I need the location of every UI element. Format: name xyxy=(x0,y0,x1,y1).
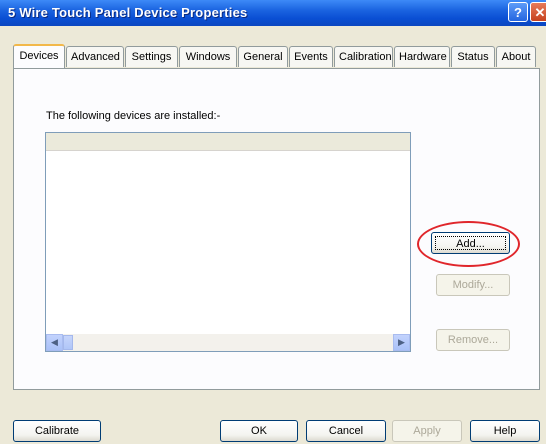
devices-list[interactable]: ◀ ▶ xyxy=(45,132,411,352)
tab-devices[interactable]: Devices xyxy=(13,44,65,68)
apply-button[interactable]: Apply xyxy=(392,420,462,442)
tab-hardware[interactable]: Hardware xyxy=(394,46,450,67)
scroll-right-icon[interactable]: ▶ xyxy=(393,334,410,351)
tab-advanced[interactable]: Advanced xyxy=(66,46,124,67)
remove-button[interactable]: Remove... xyxy=(436,329,510,351)
highlight-circle xyxy=(417,221,520,267)
help-icon[interactable]: ? xyxy=(508,2,528,22)
list-header[interactable] xyxy=(46,133,410,151)
calibrate-button[interactable]: Calibrate xyxy=(13,420,101,442)
properties-dialog: 5 Wire Touch Panel Device Properties ? ✕… xyxy=(0,0,546,444)
title-bar[interactable]: 5 Wire Touch Panel Device Properties ? ✕ xyxy=(0,0,546,26)
tab-status[interactable]: Status xyxy=(451,46,495,67)
scroll-left-icon[interactable]: ◀ xyxy=(46,334,63,351)
cancel-button[interactable]: Cancel xyxy=(306,420,386,442)
tab-windows[interactable]: Windows xyxy=(179,46,237,67)
close-icon[interactable]: ✕ xyxy=(530,2,546,22)
modify-button[interactable]: Modify... xyxy=(436,274,510,296)
footer-bar: Calibrate OK Cancel Apply Help xyxy=(0,406,546,444)
tab-calibration[interactable]: Calibration xyxy=(334,46,393,67)
scroll-thumb[interactable] xyxy=(63,335,73,350)
tab-about[interactable]: About xyxy=(496,46,536,67)
tab-general[interactable]: General xyxy=(238,46,288,67)
ok-button[interactable]: OK xyxy=(220,420,298,442)
horizontal-scrollbar[interactable]: ◀ ▶ xyxy=(46,334,410,351)
help-button[interactable]: Help xyxy=(470,420,540,442)
installed-devices-label: The following devices are installed:- xyxy=(46,110,221,122)
tab-events[interactable]: Events xyxy=(289,46,333,67)
window-title: 5 Wire Touch Panel Device Properties xyxy=(8,5,248,20)
tab-settings[interactable]: Settings xyxy=(125,46,178,67)
